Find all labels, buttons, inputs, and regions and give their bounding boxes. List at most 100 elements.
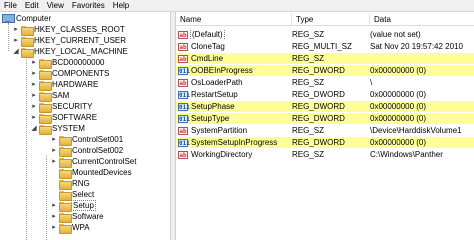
- column-header-name[interactable]: Name: [176, 13, 292, 26]
- collapse-arrow-icon[interactable]: ◢: [30, 125, 38, 133]
- expand-arrow-icon[interactable]: ▸: [50, 224, 58, 232]
- value-row-highlighted[interactable]: 011 SetupType REG_DWORD 0x00000000 (0): [176, 113, 474, 124]
- tree-node[interactable]: ▸ COMPONENTS: [30, 68, 109, 80]
- value-data: 0x00000000 (0): [370, 138, 427, 147]
- expand-arrow-icon[interactable]: ▸: [30, 59, 38, 67]
- value-name: WorkingDirectory: [191, 150, 253, 159]
- tree-node[interactable]: ◢ HKEY_LOCAL_MACHINE: [12, 46, 128, 58]
- value-name: SystemSetupInProgress: [191, 138, 278, 147]
- tree-node[interactable]: ▸ SAM: [30, 90, 70, 102]
- value-name: (Default): [190, 29, 225, 40]
- string-value-icon: ab: [178, 42, 188, 51]
- folder-icon: [59, 179, 72, 190]
- tree-label: SAM: [52, 91, 70, 100]
- tree-node[interactable]: ▸ ControlSet002: [50, 145, 123, 157]
- tree-node[interactable]: ◢ SYSTEM: [30, 123, 85, 135]
- string-value-icon: ab: [178, 150, 188, 159]
- menu-bar: File Edit View Favorites Help: [0, 0, 474, 12]
- list-header: Name Type Data: [176, 13, 474, 26]
- value-name: SetupPhase: [191, 102, 235, 111]
- folder-icon: [39, 69, 52, 80]
- expand-arrow-icon[interactable]: ▸: [30, 70, 38, 78]
- expand-arrow-icon[interactable]: ▸: [30, 103, 38, 111]
- tree-label: WPA: [72, 223, 90, 232]
- tree-label: ControlSet001: [72, 135, 124, 144]
- tree-label: BCD00000000: [52, 58, 105, 67]
- folder-icon: [21, 36, 34, 47]
- value-row[interactable]: ab OsLoaderPath REG_SZ \: [176, 77, 474, 88]
- folder-icon: [39, 80, 52, 91]
- tree-node-computer[interactable]: Computer: [2, 13, 51, 24]
- registry-tree[interactable]: Computer ▸ HKEY_CLASSES_ROOT ▸ HKEY_CURR…: [0, 13, 170, 240]
- menu-file[interactable]: File: [0, 0, 21, 12]
- tree-node[interactable]: Select: [50, 189, 95, 201]
- expand-arrow-icon[interactable]: ▸: [50, 136, 58, 144]
- tree-node[interactable]: ▸ HKEY_CURRENT_USER: [12, 35, 127, 47]
- expand-arrow-icon[interactable]: ▸: [12, 37, 20, 45]
- expand-arrow-icon[interactable]: ▸: [30, 92, 38, 100]
- value-row[interactable]: ab (Default) REG_SZ (value not set): [176, 29, 474, 40]
- tree-node[interactable]: ▸ CurrentControlSet: [50, 156, 136, 168]
- menu-favorites[interactable]: Favorites: [68, 0, 109, 12]
- expand-arrow-icon[interactable]: ▸: [50, 202, 58, 210]
- menu-view[interactable]: View: [43, 0, 68, 12]
- tree-node[interactable]: ▸ ControlSet001: [50, 134, 124, 146]
- column-header-type[interactable]: Type: [292, 13, 370, 26]
- tree-label: RNG: [72, 179, 90, 188]
- tree-node[interactable]: ▸ SOFTWARE: [30, 112, 97, 124]
- collapse-arrow-icon[interactable]: ◢: [12, 48, 20, 56]
- values-list[interactable]: Name Type Data ab (Default) REG_SZ (value…: [176, 13, 474, 240]
- expander-blank: [50, 191, 58, 199]
- value-row-highlighted[interactable]: 011 OOBEInProgress REG_DWORD 0x00000000 (…: [176, 65, 474, 76]
- tree-label: HKEY_CURRENT_USER: [34, 36, 127, 45]
- expand-arrow-icon[interactable]: ▸: [50, 147, 58, 155]
- folder-icon: [21, 25, 34, 36]
- value-name: RestartSetup: [191, 90, 238, 99]
- value-row[interactable]: ab WorkingDirectory REG_SZ C:\Windows\Pan…: [176, 149, 474, 160]
- value-row[interactable]: ab SystemPartition REG_SZ \Device\Harddis…: [176, 125, 474, 136]
- tree-node[interactable]: ▸ HARDWARE: [30, 79, 99, 91]
- expand-arrow-icon[interactable]: ▸: [50, 213, 58, 221]
- tree-node[interactable]: MountedDevices: [50, 167, 132, 179]
- expand-arrow-icon[interactable]: ▸: [30, 114, 38, 122]
- string-value-icon: ab: [178, 54, 188, 63]
- value-row-highlighted[interactable]: ab CmdLine REG_SZ: [176, 53, 474, 64]
- folder-icon: [39, 58, 52, 69]
- tree-node-selected[interactable]: ▸ Setup: [50, 200, 96, 212]
- value-name: SystemPartition: [191, 126, 248, 135]
- column-header-data[interactable]: Data: [370, 13, 474, 26]
- tree-node[interactable]: ▸ HKEY_CLASSES_ROOT: [12, 24, 125, 36]
- menu-edit[interactable]: Edit: [21, 0, 43, 12]
- folder-icon: [39, 91, 52, 102]
- tree-node[interactable]: ▸ Software: [50, 211, 104, 223]
- value-type: REG_SZ: [292, 126, 325, 135]
- dword-value-icon: 011: [178, 102, 190, 111]
- value-data: \: [370, 78, 373, 87]
- tree-node[interactable]: ▸ SECURITY: [30, 101, 92, 113]
- value-data: (value not set): [370, 30, 421, 39]
- value-row[interactable]: 011 RestartSetup REG_DWORD 0x00000000 (0): [176, 89, 474, 100]
- value-row-highlighted[interactable]: 011 SystemSetupInProgress REG_DWORD 0x000…: [176, 137, 474, 148]
- value-row-highlighted[interactable]: 011 SetupPhase REG_DWORD 0x00000000 (0): [176, 101, 474, 112]
- expand-arrow-icon[interactable]: ▸: [12, 26, 20, 34]
- tree-node[interactable]: ▸ BCD00000000: [30, 57, 105, 69]
- folder-icon: [59, 201, 72, 212]
- tree-label: SYSTEM: [52, 124, 85, 133]
- value-data: Sat Nov 20 19:57:42 2010: [370, 42, 463, 51]
- value-name: OsLoaderPath: [191, 78, 243, 87]
- folder-icon: [59, 146, 72, 157]
- value-type: REG_DWORD: [292, 114, 345, 123]
- value-row[interactable]: ab CloneTag REG_MULTI_SZ Sat Nov 20 19:57…: [176, 41, 474, 52]
- value-type: REG_SZ: [292, 78, 325, 87]
- tree-label: HARDWARE: [52, 80, 99, 89]
- tree-label: Select: [72, 190, 95, 199]
- tree-node[interactable]: RNG: [50, 178, 90, 190]
- menu-help[interactable]: Help: [109, 0, 133, 12]
- value-type: REG_SZ: [292, 30, 325, 39]
- folder-icon: [59, 157, 72, 168]
- value-data: C:\Windows\Panther: [370, 150, 443, 159]
- expander-blank: [50, 169, 58, 177]
- expand-arrow-icon[interactable]: ▸: [50, 158, 58, 166]
- expand-arrow-icon[interactable]: ▸: [30, 81, 38, 89]
- tree-node[interactable]: ▸ WPA: [50, 222, 90, 234]
